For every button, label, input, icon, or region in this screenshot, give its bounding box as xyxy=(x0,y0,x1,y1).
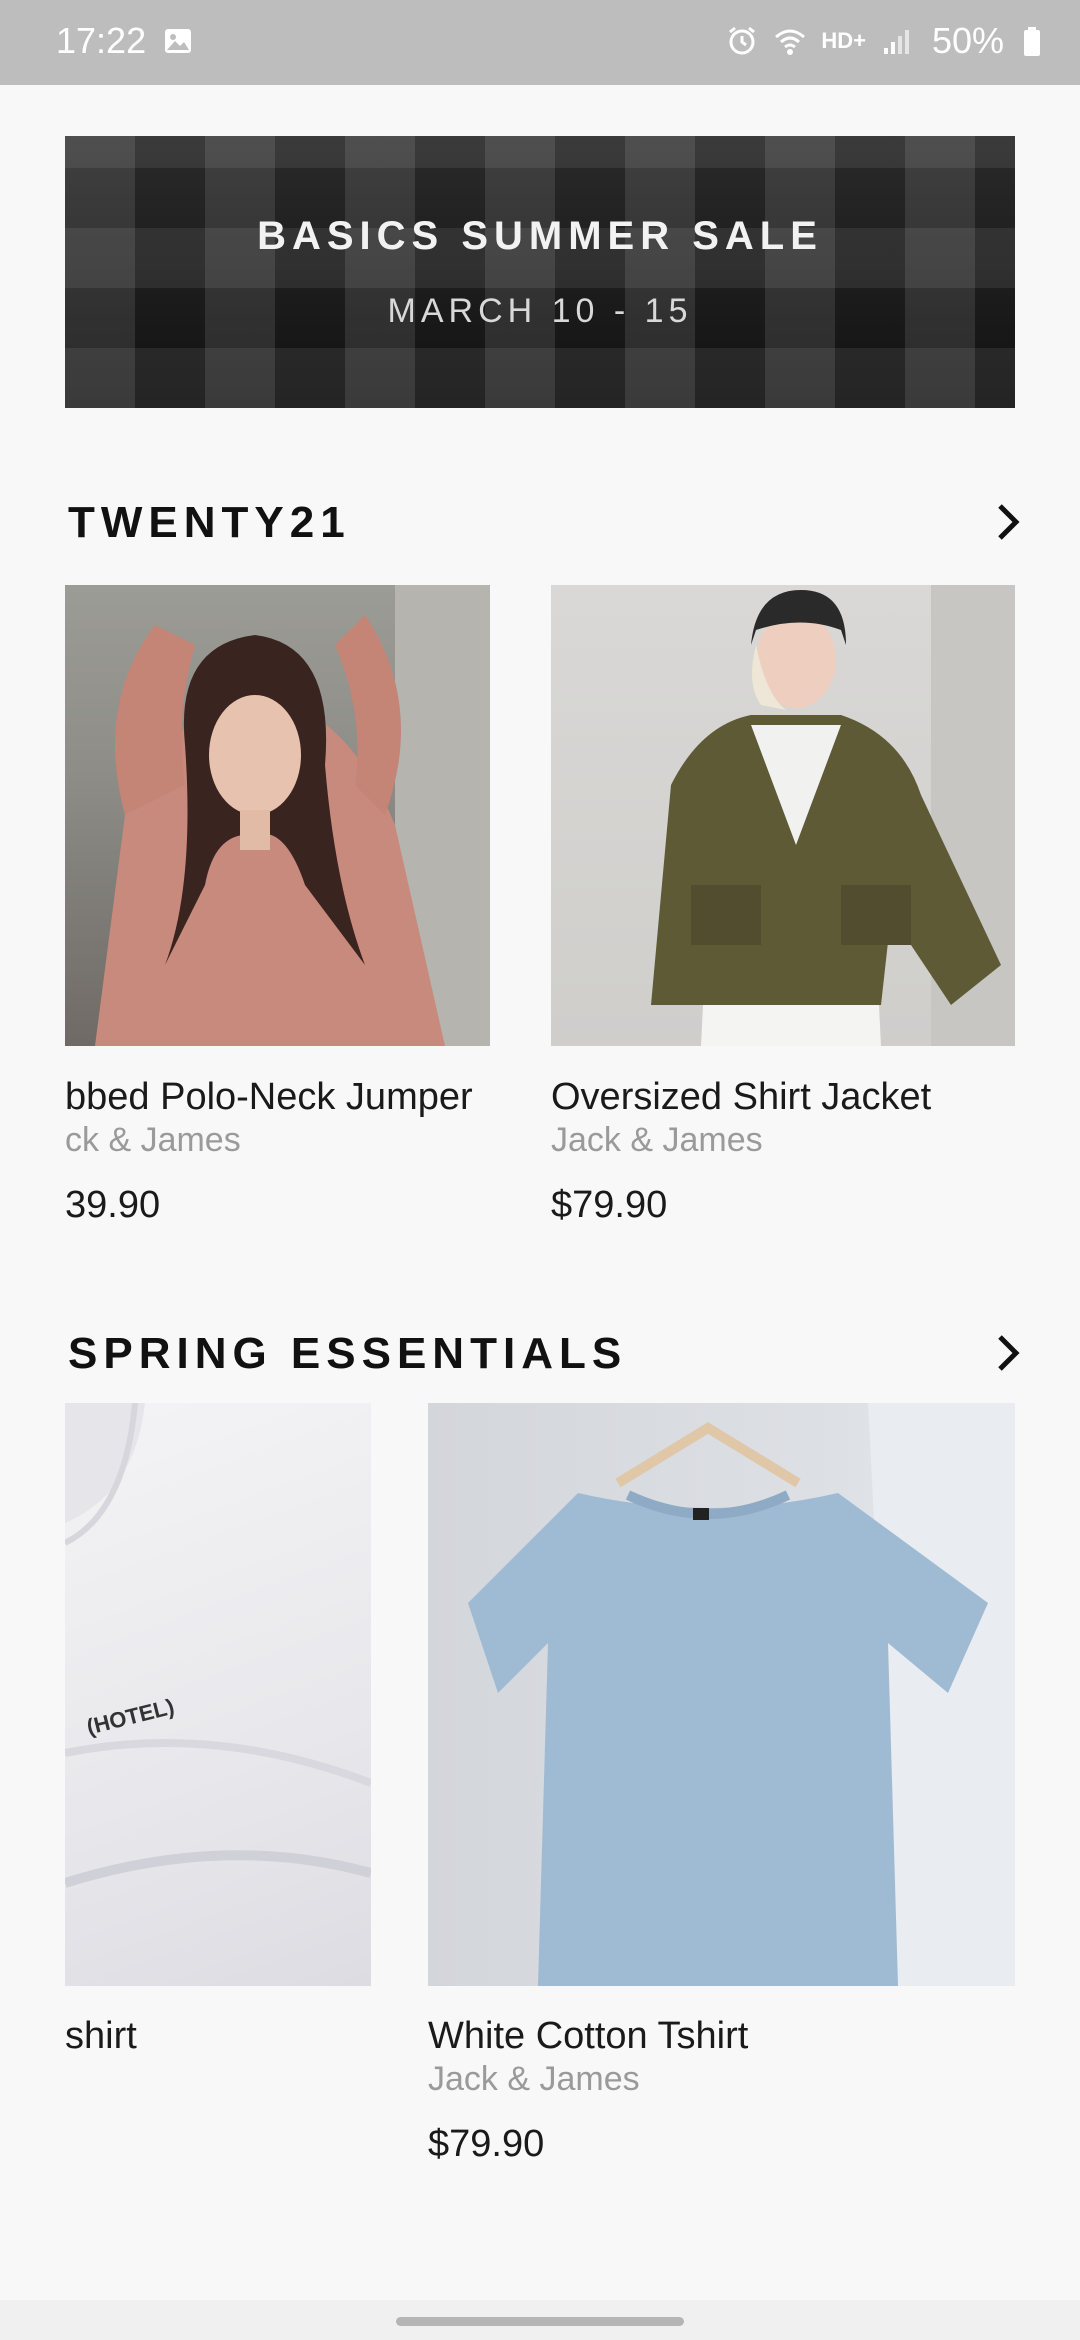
cellular-signal-icon xyxy=(883,30,909,54)
sale-banner[interactable]: BASICS SUMMER SALE MARCH 10 - 15 xyxy=(65,136,1015,408)
product-name[interactable]: bbed Polo-Neck Jumper xyxy=(65,1076,490,1119)
battery-percentage: 50% xyxy=(931,20,1004,61)
chevron-right-icon[interactable] xyxy=(992,1331,1022,1375)
section-title-twenty21: TWENTY21 xyxy=(68,498,351,547)
product-image-white-cotton-tshirt[interactable] xyxy=(428,1403,1015,1986)
status-icons: HD+ 50% xyxy=(725,20,1052,62)
image-print-text: (HOTEL) xyxy=(84,1694,177,1740)
wifi-icon xyxy=(775,29,806,55)
product-brand: Jack & James xyxy=(428,2060,640,2098)
product-image-white-tshirt-partial[interactable]: (HOTEL) xyxy=(65,1403,371,1986)
section-title-spring-essentials: SPRING ESSENTIALS xyxy=(68,1329,628,1378)
status-bar: 17:22 HD+ 50% xyxy=(0,0,1080,85)
alarm-icon xyxy=(729,26,756,55)
status-time: 17:22 xyxy=(56,20,147,61)
product-photo xyxy=(651,585,1015,1046)
home-indicator[interactable] xyxy=(396,2317,684,2326)
chevron-right-icon[interactable] xyxy=(992,500,1022,544)
product-brand: Jack & James xyxy=(551,1121,763,1159)
product-brand: ck & James xyxy=(65,1121,241,1159)
banner-subtitle: MARCH 10 - 15 xyxy=(387,292,693,330)
network-type-label: HD+ xyxy=(821,28,866,53)
battery-icon xyxy=(1024,27,1040,56)
product-name[interactable]: shirt xyxy=(65,2015,371,2058)
product-photo xyxy=(95,585,490,1046)
product-image-oversized-shirt-jacket[interactable] xyxy=(551,585,1015,1046)
image-notification-icon xyxy=(165,29,191,53)
product-price: 39.90 xyxy=(65,1184,161,1226)
product-name[interactable]: White Cotton Tshirt xyxy=(428,2015,1015,2058)
product-price: $79.90 xyxy=(428,2123,545,2165)
banner-title: BASICS SUMMER SALE xyxy=(257,214,823,258)
product-photo xyxy=(468,1403,1015,1986)
product-photo: (HOTEL) xyxy=(65,1403,371,1888)
product-price: $79.90 xyxy=(551,1184,668,1226)
product-image-polo-neck-jumper[interactable] xyxy=(65,585,490,1046)
product-name[interactable]: Oversized Shirt Jacket xyxy=(551,1076,1015,1119)
